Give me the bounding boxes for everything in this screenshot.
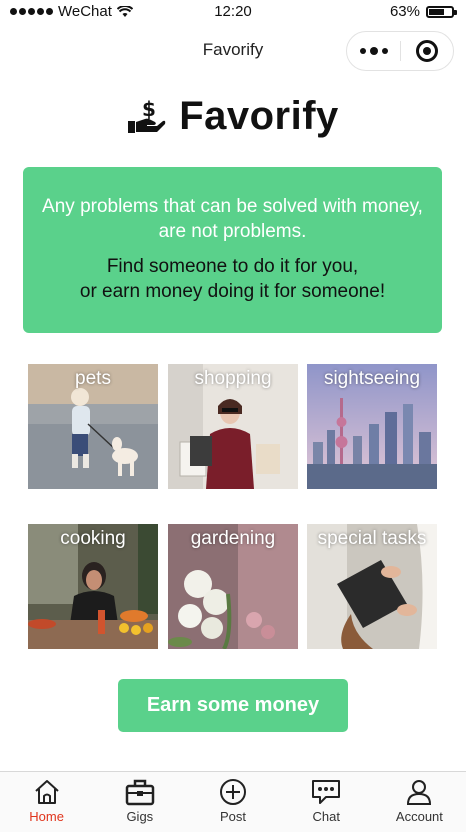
battery-icon bbox=[426, 5, 457, 18]
banner-subline-1: Find someone to do it for you, bbox=[106, 256, 359, 277]
category-label: sightseeing bbox=[323, 368, 421, 389]
tab-post[interactable]: Post bbox=[186, 772, 279, 832]
tab-label: Account bbox=[395, 809, 443, 824]
tab-label: Post bbox=[220, 809, 247, 824]
tagline-banner: Any problems that can be solved with mon… bbox=[23, 167, 442, 333]
chat-icon bbox=[312, 780, 341, 804]
tab-label: Gigs bbox=[126, 809, 154, 824]
close-mini-program-button[interactable] bbox=[401, 32, 453, 70]
battery-percent: 63% bbox=[389, 3, 420, 20]
tab-account[interactable]: Account bbox=[373, 772, 466, 832]
category-sightseeing[interactable]: sightseeing bbox=[307, 364, 437, 489]
hand-money-icon: $ bbox=[128, 99, 166, 133]
category-special-tasks[interactable]: special tasks bbox=[307, 524, 437, 649]
tab-home[interactable]: Home bbox=[0, 772, 93, 832]
plus-circle-icon bbox=[220, 779, 246, 805]
svg-text:$: $ bbox=[142, 99, 156, 121]
tab-gigs[interactable]: Gigs bbox=[93, 772, 186, 832]
category-cooking[interactable]: cooking bbox=[28, 524, 158, 649]
category-label: cooking bbox=[60, 528, 126, 549]
tab-label: Chat bbox=[312, 809, 340, 824]
person-icon bbox=[407, 780, 432, 805]
category-shopping[interactable]: shopping bbox=[168, 364, 298, 489]
category-gardening[interactable]: gardening bbox=[168, 524, 298, 649]
mini-program-capsule bbox=[346, 31, 454, 71]
target-icon bbox=[415, 40, 438, 62]
logo-text: Favorify bbox=[179, 94, 339, 138]
banner-headline: Any problems that can be solved with mon… bbox=[42, 196, 423, 242]
briefcase-icon bbox=[125, 779, 155, 806]
tab-label: Home bbox=[29, 809, 64, 824]
battery-status: 63% bbox=[389, 3, 457, 20]
home-icon bbox=[34, 780, 59, 804]
earn-money-button[interactable]: Earn some money bbox=[118, 679, 348, 732]
tab-chat[interactable]: Chat bbox=[280, 772, 373, 832]
category-pets[interactable]: pets bbox=[28, 364, 158, 489]
category-label: shopping bbox=[194, 368, 272, 389]
category-label: special tasks bbox=[317, 528, 427, 549]
category-label: pets bbox=[75, 368, 111, 389]
bottom-tab-bar: Home Gigs Post Chat Account bbox=[0, 771, 466, 832]
category-label: gardening bbox=[190, 528, 276, 549]
banner-subline-2: or earn money doing it for someone! bbox=[79, 281, 386, 302]
app-logo: $ Favorify bbox=[0, 94, 466, 139]
more-options-button[interactable] bbox=[347, 32, 400, 70]
status-bar: WeChat 12:20 63% bbox=[0, 0, 466, 24]
